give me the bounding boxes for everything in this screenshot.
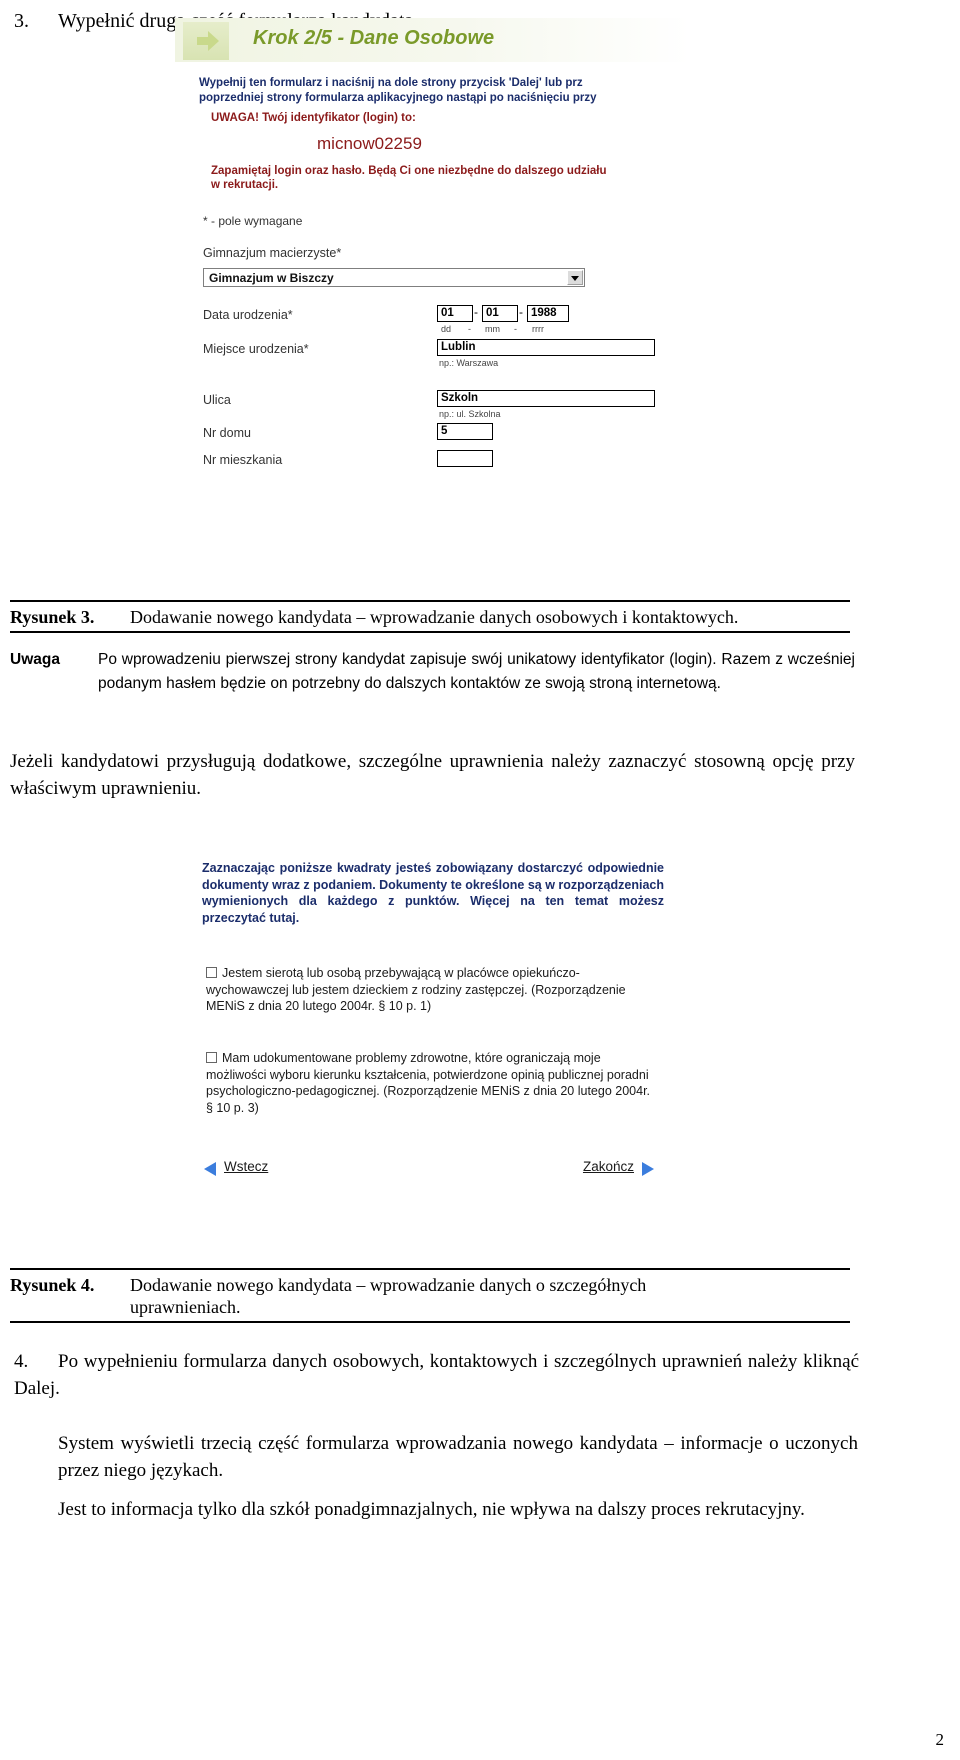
street-hint: np.: ul. Szkolna bbox=[439, 409, 501, 419]
flat-number-input[interactable] bbox=[437, 450, 493, 467]
step-3-number: 3. bbox=[14, 10, 29, 32]
house-number-input[interactable]: 5 bbox=[437, 423, 493, 440]
checkbox-orphan-box[interactable] bbox=[206, 967, 217, 978]
birth-month-hint: mm bbox=[485, 324, 500, 334]
note-text: Po wprowadzeniu pierwszej strony kandyda… bbox=[98, 651, 855, 692]
paragraph-info: Jest to informacja tylko dla szkół ponad… bbox=[58, 1499, 805, 1520]
back-link[interactable]: Wstecz bbox=[224, 1159, 268, 1174]
screenshot-body: Wypełnij ten formularz i naciśnij na dol… bbox=[175, 62, 690, 490]
paragraph-system: System wyświetli trzecią część formularz… bbox=[58, 1433, 858, 1481]
checkbox-row-orphan[interactable]: Jestem sierotą lub osobą przebywającą w … bbox=[206, 965, 656, 1015]
birth-date-label: Data urodzenia* bbox=[203, 308, 293, 322]
birth-place-input[interactable]: Lublin bbox=[437, 339, 655, 356]
screenshot-header-bar: Krok 2/5 - Dane Osobowe bbox=[175, 18, 690, 62]
house-number-label: Nr domu bbox=[203, 426, 251, 440]
intro-line-2: poprzedniej strony formularza aplikacyjn… bbox=[199, 92, 597, 104]
checkbox-row-health[interactable]: Mam udokumentowane problemy zdrowotne, k… bbox=[206, 1050, 656, 1116]
login-value: micnow02259 bbox=[317, 134, 422, 153]
date-separator-1: - bbox=[474, 305, 478, 319]
step-4-number: 4. bbox=[14, 1351, 29, 1372]
login-notice-label: UWAGA! Twój identyfikator (login) to: bbox=[211, 112, 416, 124]
street-input[interactable]: Szkoln bbox=[437, 390, 655, 407]
figure-4-caption-text-2: uprawnieniach. bbox=[130, 1297, 241, 1317]
flat-number-label: Nr mieszkania bbox=[203, 453, 283, 467]
school-field-label: Gimnazjum macierzyste* bbox=[203, 246, 342, 260]
birth-day-input[interactable]: 01 bbox=[437, 305, 473, 322]
date-hint-separator-1: - bbox=[468, 324, 471, 334]
intro-line-1: Wypełnij ten formularz i naciśnij na dol… bbox=[199, 77, 583, 89]
date-hint-separator-2: - bbox=[514, 324, 517, 334]
checkbox-health-label: Mam udokumentowane problemy zdrowotne, k… bbox=[206, 1051, 651, 1115]
document-page: 3.Wypełnić drugą część formularza kandyd… bbox=[0, 0, 960, 1760]
figure-3-caption: Rysunek 3. Dodawanie nowego kandydata – w… bbox=[10, 600, 850, 633]
note-label: Uwaga bbox=[10, 651, 60, 668]
street-label: Ulica bbox=[203, 393, 231, 407]
forward-arrow-icon[interactable] bbox=[642, 1162, 654, 1176]
birth-day-hint: dd bbox=[441, 324, 452, 334]
checkbox-orphan-label: Jestem sierotą lub osobą przebywającą w … bbox=[206, 966, 626, 1013]
birth-year-hint: rrrr bbox=[532, 324, 544, 334]
figure-3-caption-label: Rysunek 3. bbox=[10, 607, 95, 627]
back-arrow-icon[interactable] bbox=[204, 1162, 216, 1176]
figure-4-caption: Rysunek 4. Dodawanie nowego kandydata – w… bbox=[10, 1268, 850, 1323]
checkbox-health-box[interactable] bbox=[206, 1052, 217, 1063]
figure-3-screenshot: Krok 2/5 - Dane Osobowe Wypełnij ten for… bbox=[175, 18, 690, 490]
figure-4-caption-text: Dodawanie nowego kandydata – wprowadzani… bbox=[130, 1275, 647, 1295]
rights-notice-text: Zaznaczając poniższe kwadraty jesteś zob… bbox=[202, 861, 664, 925]
remember-password-notice: Zapamiętaj login oraz hasło. Będą Ci one… bbox=[211, 165, 607, 191]
birth-year-input[interactable]: 1988 bbox=[527, 305, 569, 322]
school-select-value: Gimnazjum w Biszczy bbox=[209, 271, 334, 285]
note-block: Uwaga Po wprowadzeniu pierwszej strony k… bbox=[10, 648, 855, 696]
wizard-nav-row: Wstecz Zakończ bbox=[200, 1157, 660, 1179]
intro-paragraph: Wypełnij ten formularz i naciśnij na dol… bbox=[199, 76, 690, 106]
step-4-line: 4. Po wypełnieniu formularza danych osobo… bbox=[14, 1348, 859, 1402]
finish-link[interactable]: Zakończ bbox=[583, 1159, 634, 1174]
date-separator-2: - bbox=[519, 305, 523, 319]
school-select[interactable]: Gimnazjum w Biszczy bbox=[203, 268, 585, 287]
step-4-text: Po wypełnieniu formularza danych osobowy… bbox=[14, 1351, 859, 1399]
required-field-note: * - pole wymagane bbox=[203, 214, 303, 228]
birth-place-hint: np.: Warszawa bbox=[439, 358, 499, 368]
figure-4-caption-label: Rysunek 4. bbox=[10, 1275, 95, 1295]
birth-month-input[interactable]: 01 bbox=[482, 305, 518, 322]
paragraph-special-rights: Jeżeli kandydatowi przysługują dodatkowe… bbox=[10, 751, 855, 799]
figure-3-caption-text: Dodawanie nowego kandydata – wprowadzani… bbox=[130, 607, 739, 627]
figure-3-caption-row: Rysunek 3. Dodawanie nowego kandydata – w… bbox=[10, 606, 850, 628]
chevron-down-icon[interactable] bbox=[567, 270, 583, 285]
arrow-badge bbox=[183, 22, 229, 60]
screenshot-step-title: Krok 2/5 - Dane Osobowe bbox=[253, 27, 495, 49]
page-number: 2 bbox=[935, 1730, 945, 1749]
figure-4-screenshot: Zaznaczając poniższe kwadraty jesteś zob… bbox=[190, 855, 670, 1185]
birth-place-label: Miejsce urodzenia* bbox=[203, 342, 309, 356]
figure-4-caption-row: Rysunek 4. Dodawanie nowego kandydata – w… bbox=[10, 1274, 850, 1318]
